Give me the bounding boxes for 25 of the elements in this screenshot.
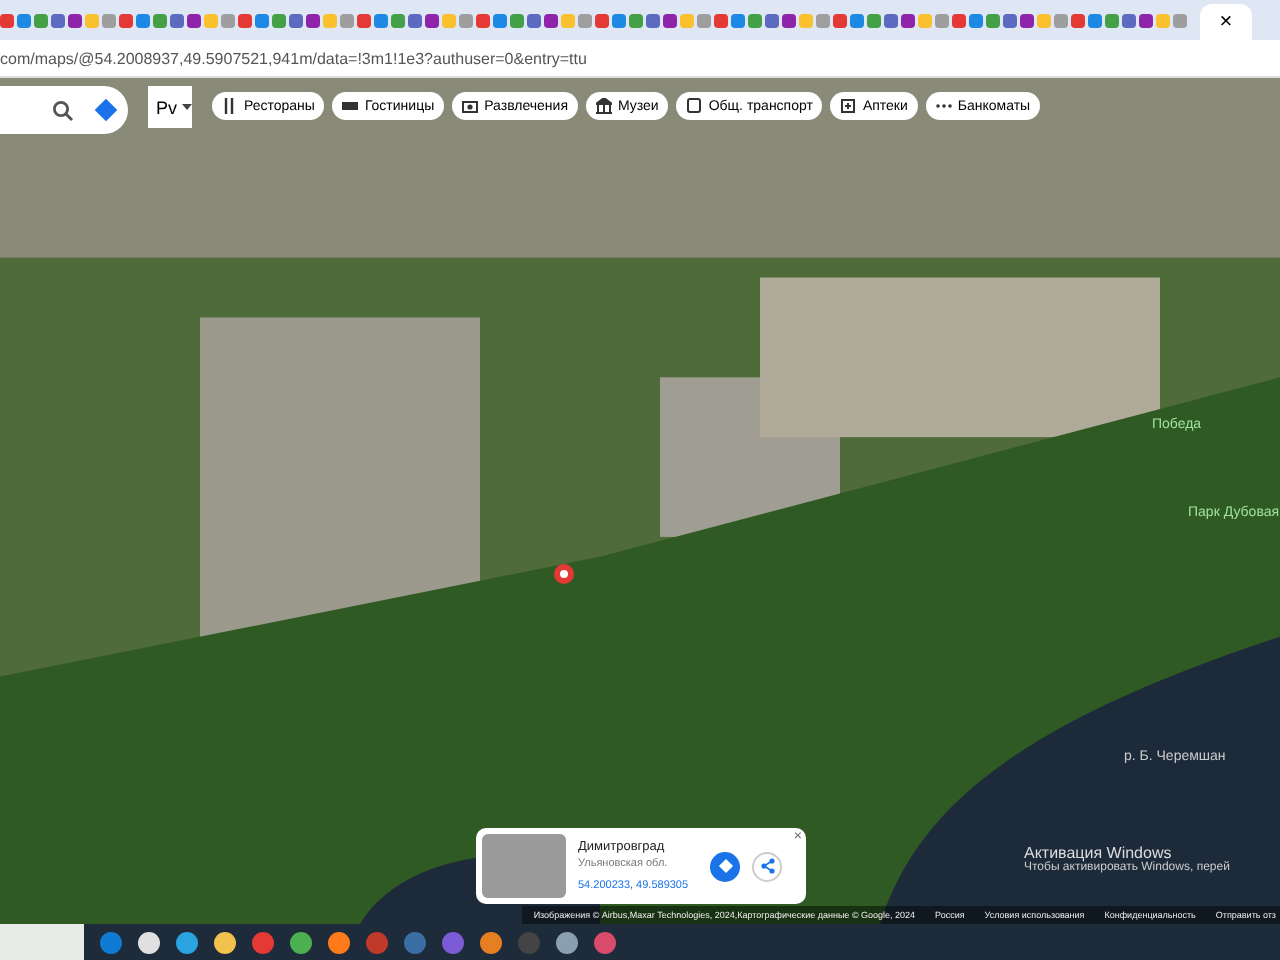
- pharmacy-icon: [840, 98, 857, 114]
- taskbar-app-icon[interactable]: [176, 931, 198, 953]
- layer-dropdown[interactable]: Рv: [148, 86, 192, 128]
- taskbar-app-icon[interactable]: [290, 931, 312, 953]
- taskbar-app-icon[interactable]: [480, 931, 502, 953]
- taskbar-app-icon[interactable]: [138, 931, 160, 953]
- directions-button[interactable]: [710, 851, 740, 881]
- location-pin-icon: [552, 562, 576, 586]
- search-icon: [52, 99, 74, 121]
- search-field[interactable]: [0, 86, 128, 134]
- share-button[interactable]: [752, 851, 782, 881]
- close-tab-button[interactable]: ×: [1200, 4, 1252, 40]
- museum-icon: [596, 98, 612, 114]
- activation-title: Активация Windows: [1024, 844, 1172, 862]
- directions-icon[interactable]: [94, 98, 118, 122]
- caret-icon: [181, 104, 192, 110]
- taskbar-app-icon[interactable]: [556, 931, 578, 953]
- directions-icon: [717, 858, 733, 874]
- taskbar-app-icon[interactable]: [328, 931, 350, 953]
- taskbar-app-icon[interactable]: [214, 931, 236, 953]
- dots-icon: [935, 98, 952, 114]
- photo-placeholder: [482, 834, 566, 898]
- share-icon: [759, 858, 775, 874]
- camera-icon: [462, 98, 479, 114]
- address-bar[interactable]: com/maps/@54.2008937,49.5907521,941m/data=!3m1!1e3?authuser=0&entry=ttu: [0, 49, 587, 67]
